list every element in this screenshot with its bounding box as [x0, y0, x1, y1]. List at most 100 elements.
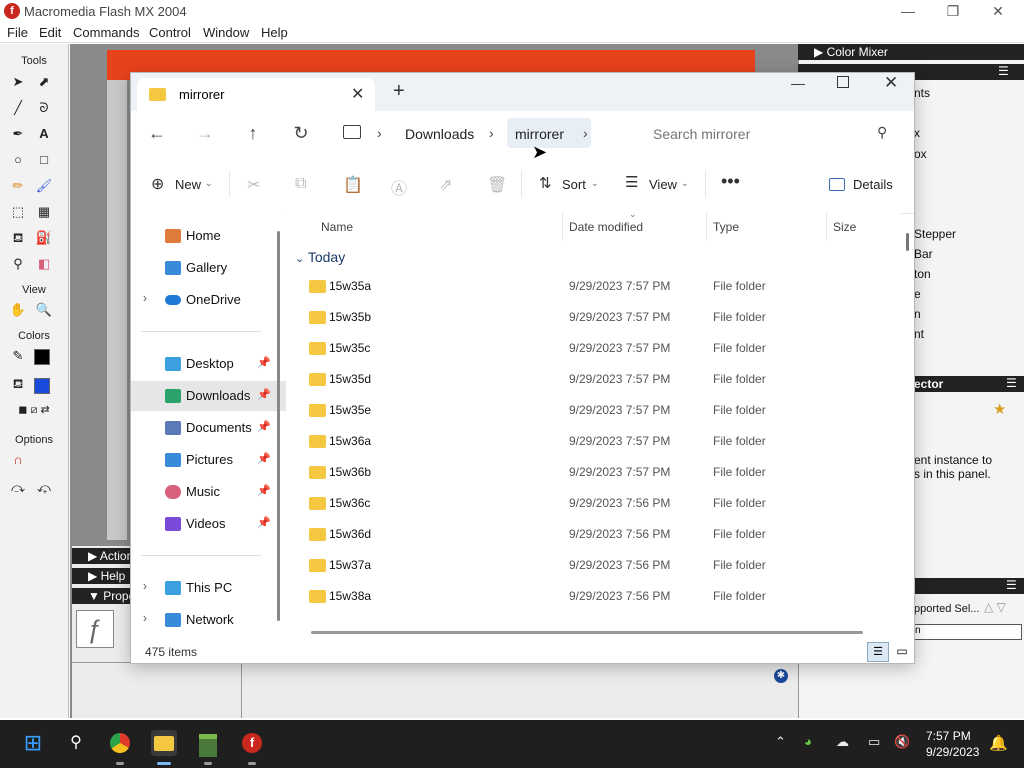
arrow-up-icon[interactable]: △ ▽	[984, 600, 1006, 614]
component-item[interactable]: Stepper	[914, 227, 956, 241]
nav-item-music[interactable]: Music 📌	[131, 477, 286, 507]
details-button[interactable]: Details	[853, 177, 893, 192]
onedrive-cloud-icon[interactable]: ☁	[836, 734, 849, 750]
menu-help[interactable]: Help	[261, 25, 288, 40]
zoom-tool-icon[interactable]: 🔍	[34, 300, 54, 320]
search-input[interactable]	[639, 123, 875, 145]
pin-icon[interactable]: 📌	[257, 516, 271, 529]
nav-scrollbar[interactable]	[277, 231, 280, 621]
pin-icon[interactable]: 📌	[257, 388, 271, 401]
notification-bell-icon[interactable]: 🔔	[989, 734, 1008, 752]
pin-icon[interactable]: 📌	[257, 484, 271, 497]
eraser-tool-icon[interactable]: ◧	[34, 254, 54, 274]
details-pane-icon[interactable]	[829, 178, 845, 191]
menu-control[interactable]: Control	[149, 25, 191, 40]
straighten-icon[interactable]: ⤽	[34, 478, 54, 498]
nav-item-videos[interactable]: Videos 📌	[131, 509, 286, 539]
brush-tool-icon[interactable]: 🖌	[34, 176, 54, 196]
start-windows-icon[interactable]: ⊞	[20, 730, 46, 756]
cut-icon[interactable]: ✂	[247, 175, 260, 195]
tab-close-icon[interactable]: ✕	[351, 84, 364, 104]
this-pc-icon[interactable]	[343, 125, 361, 139]
flash-close-button[interactable]: ✕	[988, 2, 1008, 20]
pin-icon[interactable]: 📌	[257, 356, 271, 369]
tiles-view-icon[interactable]: ▭	[893, 642, 911, 660]
chevron-down-icon[interactable]: ⌄	[591, 178, 599, 189]
snap-magnet-icon[interactable]: ∩	[8, 450, 28, 470]
file-list-vscrollbar[interactable]	[906, 233, 909, 251]
nav-item-home[interactable]: Home	[131, 221, 286, 251]
fill-color-swatch[interactable]	[34, 378, 50, 394]
search-icon[interactable]: ⚲	[63, 730, 89, 756]
breadcrumb-downloads[interactable]: Downloads	[405, 126, 474, 142]
subselect-tool-icon[interactable]: ⬈	[34, 72, 54, 92]
table-row[interactable]: 15w36b 9/29/2023 7:57 PM File folder	[287, 457, 901, 488]
nav-item-pictures[interactable]: Pictures 📌	[131, 445, 286, 475]
chevron-right-icon[interactable]: ›	[143, 611, 147, 625]
column-header-name[interactable]: Name	[321, 220, 353, 234]
nav-item-desktop[interactable]: Desktop 📌	[131, 349, 286, 379]
rename-icon[interactable]: Ⓐ	[391, 175, 407, 199]
component-item[interactable]: e	[914, 287, 921, 301]
network-icon[interactable]: ▭	[868, 734, 880, 750]
swap-colors-icon[interactable]: ◼ ⧄ ⇄	[6, 400, 62, 420]
lasso-tool-icon[interactable]: ᘐ	[34, 98, 54, 118]
breadcrumb-mirrorer[interactable]: mirrorer	[515, 126, 564, 142]
component-item[interactable]: Bar	[914, 247, 933, 261]
close-button[interactable]: ✕	[884, 73, 898, 93]
explorer-tab[interactable]: mirrorer ✕	[137, 78, 375, 111]
component-item[interactable]: n	[914, 307, 921, 321]
clock-date[interactable]: 9/29/2023	[926, 745, 979, 759]
arrow-tool-icon[interactable]: ➤	[8, 72, 28, 92]
maximize-button[interactable]	[837, 76, 849, 88]
clock-time[interactable]: 7:57 PM	[926, 729, 971, 743]
table-row[interactable]: 15w36d 9/29/2023 7:56 PM File folder	[287, 519, 901, 550]
table-row[interactable]: 15w36c 9/29/2023 7:56 PM File folder	[287, 488, 901, 519]
stroke-color-icon[interactable]: ✎	[8, 346, 28, 366]
inspector-star-icon[interactable]: ★	[993, 400, 1006, 418]
fill-color-icon[interactable]: ⛾	[8, 374, 28, 394]
sort-button[interactable]: Sort	[562, 177, 586, 192]
nav-item-network[interactable]: › Network	[131, 605, 286, 635]
nav-item-documents[interactable]: Documents 📌	[131, 413, 286, 443]
component-item[interactable]: ton	[914, 267, 931, 281]
flash-taskbar-icon[interactable]: f	[239, 730, 265, 756]
line-tool-icon[interactable]: ╱	[8, 98, 28, 118]
minimize-button[interactable]: —	[791, 75, 805, 91]
nav-item-gallery[interactable]: Gallery	[131, 253, 286, 283]
flash-restore-button[interactable]: ❐	[943, 2, 963, 20]
column-divider[interactable]	[562, 213, 563, 241]
pen-tool-icon[interactable]: ✒	[8, 124, 28, 144]
file-list-hscrollbar[interactable]	[311, 631, 863, 634]
pencil-tool-icon[interactable]: ✏	[8, 176, 28, 196]
details-view-icon[interactable]: ☰	[867, 642, 889, 662]
table-row[interactable]: 15w35b 9/29/2023 7:57 PM File folder	[287, 302, 901, 333]
hand-tool-icon[interactable]: ✋	[8, 300, 28, 320]
back-arrow-icon[interactable]: ←	[145, 123, 169, 144]
table-row[interactable]: 15w35d 9/29/2023 7:57 PM File folder	[287, 364, 901, 395]
table-row[interactable]: 15w36a 9/29/2023 7:57 PM File folder	[287, 426, 901, 457]
column-divider[interactable]	[826, 213, 827, 241]
volume-muted-icon[interactable]: 🔇	[894, 734, 910, 750]
paint-bucket-tool-icon[interactable]: ⛽	[34, 228, 54, 248]
menu-file[interactable]: File	[7, 25, 28, 40]
chrome-icon[interactable]	[107, 730, 133, 756]
view-button[interactable]: View	[649, 177, 677, 192]
component-item[interactable]: nts	[914, 86, 930, 100]
sort-icon[interactable]: ⇅	[539, 174, 552, 192]
column-header-size[interactable]: Size	[833, 220, 856, 234]
chevron-right-icon[interactable]: ›	[143, 291, 147, 305]
menu-commands[interactable]: Commands	[73, 25, 139, 40]
view-icon[interactable]: ☰	[625, 173, 638, 191]
text-tool-icon[interactable]: A	[34, 124, 54, 144]
new-tab-plus-icon[interactable]: +	[393, 80, 405, 103]
menu-edit[interactable]: Edit	[39, 25, 61, 40]
chevron-right-icon[interactable]: ›	[143, 579, 147, 593]
column-header-type[interactable]: Type	[713, 220, 739, 234]
table-row[interactable]: 15w38a 9/29/2023 7:56 PM File folder	[287, 581, 901, 612]
chevron-right-icon[interactable]: ›	[489, 125, 494, 141]
rectangle-tool-icon[interactable]: □	[34, 150, 54, 170]
minecraft-icon[interactable]	[195, 730, 221, 757]
nav-item-downloads[interactable]: Downloads 📌	[131, 381, 286, 411]
nav-item-this-pc[interactable]: › This PC	[131, 573, 286, 603]
